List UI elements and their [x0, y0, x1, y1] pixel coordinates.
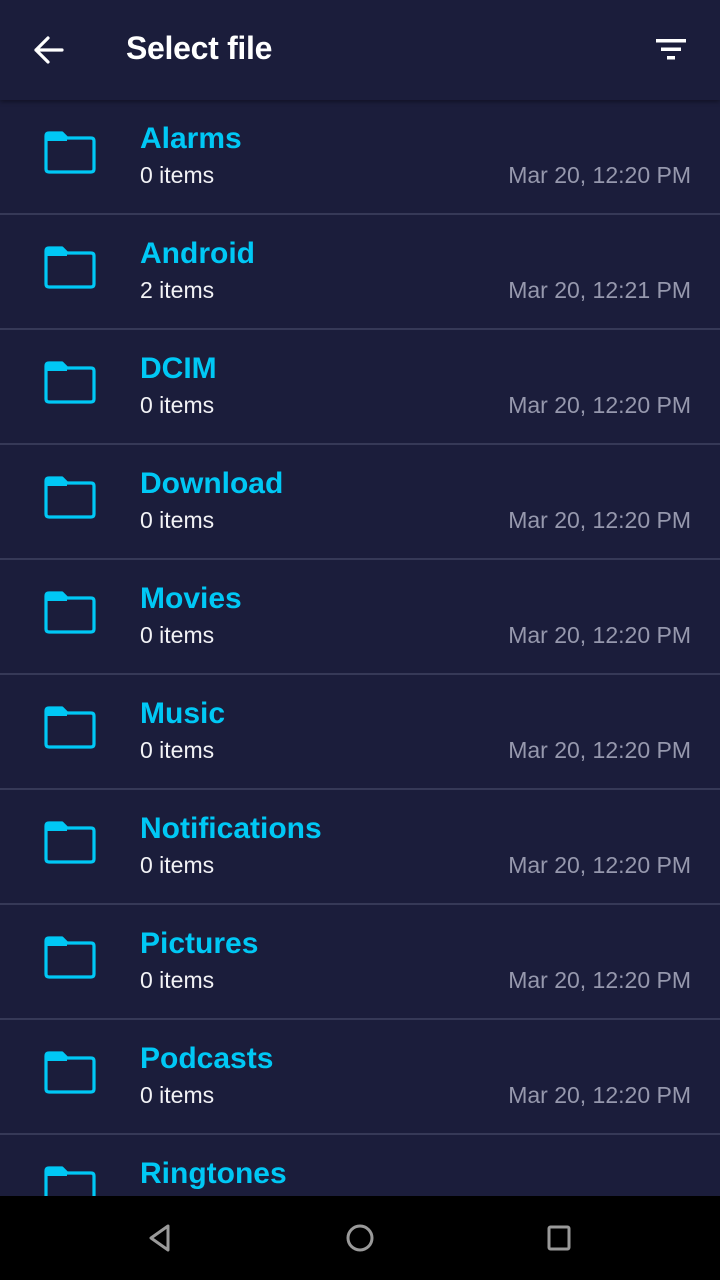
- item-count: 0 items: [140, 392, 215, 418]
- nav-recents-icon: [547, 1225, 571, 1251]
- item-count: 0 items: [140, 162, 215, 188]
- nav-back-button[interactable]: [140, 1218, 180, 1258]
- file-list-item[interactable]: Android 2 items Mar 20, 12:21 PM: [0, 215, 720, 330]
- nav-home-icon: [346, 1224, 374, 1252]
- file-name: Android: [140, 237, 255, 270]
- folder-icon: [44, 591, 96, 634]
- file-name: Notifications: [140, 812, 322, 845]
- file-name: Podcasts: [140, 1042, 274, 1075]
- modified-date: Mar 20, 12:20 PM: [508, 507, 691, 533]
- file-list-item[interactable]: DCIM 0 items Mar 20, 12:20 PM: [0, 330, 720, 445]
- folder-icon: [44, 821, 96, 864]
- nav-home-button[interactable]: [340, 1218, 380, 1258]
- item-count: 0 items: [140, 852, 215, 878]
- modified-date: Mar 20, 12:20 PM: [508, 622, 691, 648]
- modified-date: Mar 20, 12:20 PM: [508, 162, 691, 188]
- app-bar: Select file: [0, 0, 720, 100]
- item-count: 0 items: [140, 967, 215, 993]
- file-list-item[interactable]: Notifications 0 items Mar 20, 12:20 PM: [0, 790, 720, 905]
- nav-recents-button[interactable]: [539, 1218, 579, 1258]
- arrow-left-icon: [34, 36, 64, 64]
- modified-date: Mar 20, 12:21 PM: [508, 277, 691, 303]
- folder-icon: [44, 246, 96, 289]
- back-button[interactable]: [22, 25, 76, 75]
- filter-list-icon: [656, 39, 686, 60]
- folder-icon: [44, 936, 96, 979]
- item-count: 2 items: [140, 277, 215, 303]
- file-name: DCIM: [140, 352, 217, 385]
- modified-date: Mar 20, 12:20 PM: [508, 392, 691, 418]
- file-list-item[interactable]: Ringtones0 itemsMar 20, 12:20 PM: [0, 1135, 720, 1196]
- folder-icon: [44, 706, 96, 749]
- folder-icon: [44, 131, 96, 174]
- item-count: 0 items: [140, 622, 215, 648]
- modified-date: Mar 20, 12:20 PM: [508, 967, 691, 993]
- modified-date: Mar 20, 12:20 PM: [508, 737, 691, 763]
- file-list-item[interactable]: Alarms 0 items Mar 20, 12:20 PM: [0, 100, 720, 215]
- item-count: 0 items: [140, 507, 215, 533]
- folder-icon: [44, 1051, 96, 1094]
- file-list-item[interactable]: Movies 0 items Mar 20, 12:20 PM: [0, 560, 720, 675]
- file-list-item[interactable]: Download 0 items Mar 20, 12:20 PM: [0, 445, 720, 560]
- sort-filter-button[interactable]: [644, 26, 698, 76]
- file-name: Ringtones: [140, 1157, 287, 1190]
- file-list[interactable]: Alarms 0 items Mar 20, 12:20 PM Android 2 it…: [0, 100, 720, 1196]
- item-count: 0 items: [140, 737, 215, 763]
- file-name: Music: [140, 697, 226, 730]
- file-name: Movies: [140, 582, 242, 615]
- modified-date: Mar 20, 12:20 PM: [508, 852, 691, 878]
- folder-icon: [44, 476, 96, 519]
- page-title: Select file: [126, 30, 273, 66]
- file-list-item[interactable]: Pictures 0 items Mar 20, 12:20 PM: [0, 905, 720, 1020]
- system-nav-bar: [0, 1196, 720, 1280]
- file-name: Pictures: [140, 927, 259, 960]
- file-name: Download: [140, 467, 284, 500]
- folder-icon: [44, 1166, 96, 1196]
- nav-back-icon: [149, 1224, 170, 1252]
- file-list-item[interactable]: Podcasts 0 items Mar 20, 12:20 PM: [0, 1020, 720, 1135]
- folder-icon: [44, 361, 96, 404]
- item-count: 0 items: [140, 1082, 215, 1108]
- modified-date: Mar 20, 12:20 PM: [508, 1082, 691, 1108]
- file-name: Alarms: [140, 122, 242, 155]
- file-list-item[interactable]: Music 0 items Mar 20, 12:20 PM: [0, 675, 720, 790]
